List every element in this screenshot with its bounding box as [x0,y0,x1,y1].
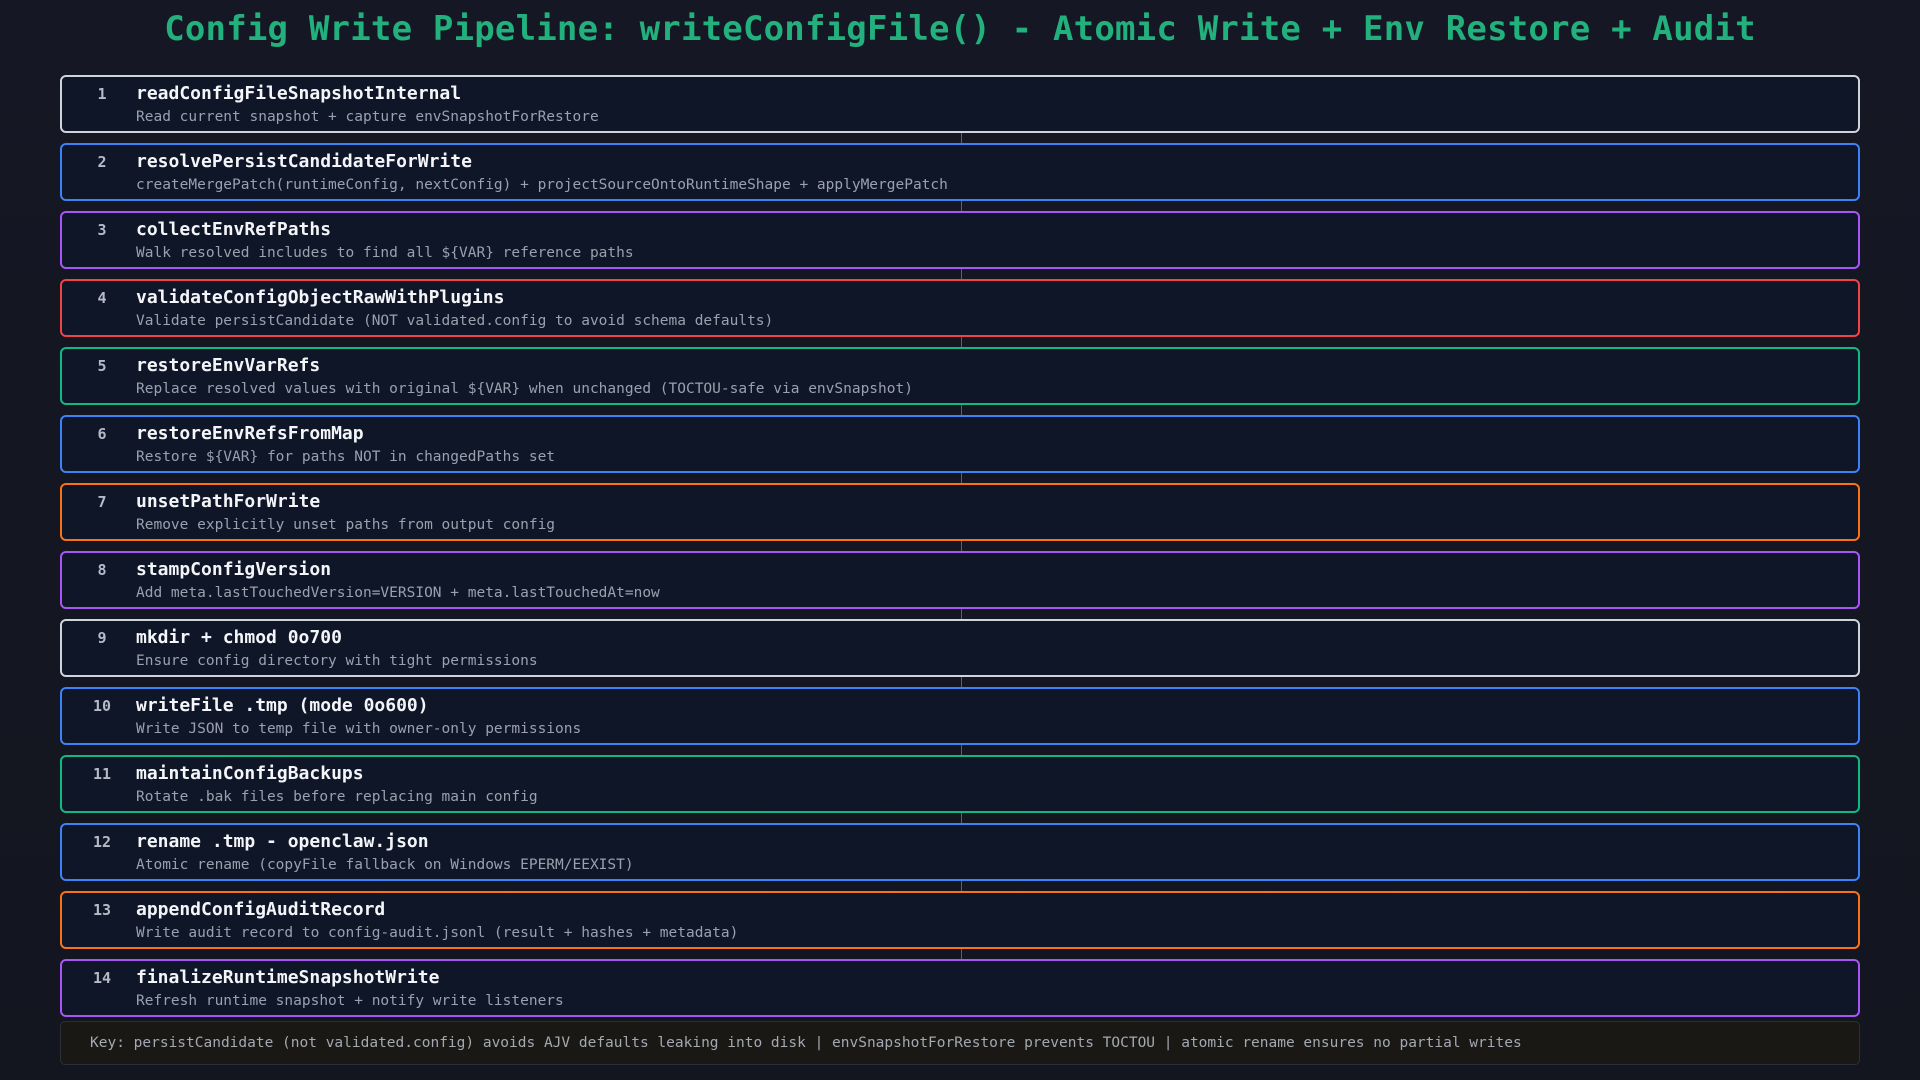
step-function-name: collectEnvRefPaths [136,219,332,240]
step-number: 13 [92,901,112,919]
step-function-name: restoreEnvVarRefs [136,355,321,376]
step-number: 12 [92,833,112,851]
step-function-name: appendConfigAuditRecord [136,899,386,920]
pipeline-step: 10 writeFile .tmp (mode 0o600) Write JSO… [60,677,1860,745]
step-description: Write audit record to config-audit.jsonl… [136,925,739,941]
step-description: Restore ${VAR} for paths NOT in changedP… [136,449,556,465]
step-description: Refresh runtime snapshot + notify write … [136,993,564,1009]
step-function-name: validateConfigObjectRawWithPlugins [136,287,505,308]
pipeline-step: 8 stampConfigVersion Add meta.lastTouche… [60,541,1860,609]
step-number: 9 [97,629,107,647]
pipeline-step: 14 finalizeRuntimeSnapshotWrite Refresh … [60,949,1860,1017]
step-number: 5 [97,357,107,375]
diagram-canvas: Config Write Pipeline: writeConfigFile()… [0,0,1920,1080]
pipeline-step: 3 collectEnvRefPaths Walk resolved inclu… [60,201,1860,269]
step-description: Rotate .bak files before replacing main … [136,789,538,805]
step-description: Remove explicitly unset paths from outpu… [136,517,556,533]
key-footer: Key: persistCandidate (not validated.con… [60,1021,1860,1065]
pipeline-step: 4 validateConfigObjectRawWithPlugins Val… [60,269,1860,337]
pipeline-step: 9 mkdir + chmod 0o700 Ensure config dire… [60,609,1860,677]
step-description: Write JSON to temp file with owner-only … [136,721,582,737]
step-number: 1 [97,85,107,103]
diagram-title: Config Write Pipeline: writeConfigFile()… [164,9,1756,49]
pipeline-step: 11 maintainConfigBackups Rotate .bak fil… [60,745,1860,813]
step-function-name: unsetPathForWrite [136,491,321,512]
step-function-name: mkdir + chmod 0o700 [136,627,342,648]
step-description: Walk resolved includes to find all ${VAR… [136,245,634,261]
step-description: Atomic rename (copyFile fallback on Wind… [136,857,634,873]
step-number: 3 [97,221,107,239]
key-text: Key: persistCandidate (not validated.con… [90,1035,1522,1051]
pipeline-steps: 1 readConfigFileSnapshotInternal Read cu… [60,75,1860,1027]
step-function-name: maintainConfigBackups [136,763,364,784]
step-description: Add meta.lastTouchedVersion=VERSION + me… [136,585,660,601]
step-number: 8 [97,561,107,579]
pipeline-step: 2 resolvePersistCandidateForWrite create… [60,133,1860,201]
step-function-name: finalizeRuntimeSnapshotWrite [136,967,440,988]
step-number: 4 [97,289,107,307]
step-function-name: restoreEnvRefsFromMap [136,423,364,444]
pipeline-step: 12 rename .tmp - openclaw.json Atomic re… [60,813,1860,881]
step-function-name: writeFile .tmp (mode 0o600) [136,695,429,716]
step-description: Read current snapshot + capture envSnaps… [136,109,599,125]
step-number: 6 [97,425,107,443]
step-description: Ensure config directory with tight permi… [136,653,538,669]
pipeline-step: 5 restoreEnvVarRefs Replace resolved val… [60,337,1860,405]
step-number: 14 [92,969,112,987]
step-description: Validate persistCandidate (NOT validated… [136,313,774,329]
step-description: Replace resolved values with original ${… [136,381,913,397]
step-function-name: resolvePersistCandidateForWrite [136,151,472,172]
step-description: createMergePatch(runtimeConfig, nextConf… [136,177,948,193]
step-function-name: readConfigFileSnapshotInternal [136,83,462,104]
step-number: 10 [92,697,112,715]
step-function-name: stampConfigVersion [136,559,332,580]
pipeline-step: 1 readConfigFileSnapshotInternal Read cu… [60,75,1860,133]
step-number: 2 [97,153,107,171]
pipeline-step: 6 restoreEnvRefsFromMap Restore ${VAR} f… [60,405,1860,473]
pipeline-step: 7 unsetPathForWrite Remove explicitly un… [60,473,1860,541]
step-function-name: rename .tmp - openclaw.json [136,831,429,852]
step-number: 7 [97,493,107,511]
pipeline-step: 13 appendConfigAuditRecord Write audit r… [60,881,1860,949]
step-number: 11 [92,765,112,783]
